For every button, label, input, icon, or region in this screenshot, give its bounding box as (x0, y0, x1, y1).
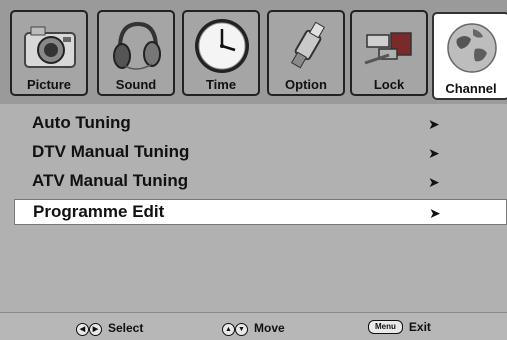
move-hint: ▲ ▼ Move (222, 320, 285, 336)
arrow-right-icon: ➤ (429, 205, 441, 221)
menu-tab-bar: Picture Sound Time Option Lock Channel (0, 0, 507, 104)
tab-label: Sound (115, 77, 157, 92)
globe-icon (442, 19, 502, 77)
tab-channel[interactable]: Channel (432, 12, 507, 100)
up-down-keys-icon: ▲ ▼ (222, 320, 248, 336)
menu-item-label: ATV Manual Tuning (32, 171, 189, 190)
footer-hint-bar: ◀ ▶ Select ▲ ▼ Move Menu Exit (0, 312, 507, 340)
menu-item-auto-tuning[interactable]: Auto Tuning ➤ (14, 110, 507, 138)
tab-picture[interactable]: Picture (10, 10, 88, 96)
menu-item-label: DTV Manual Tuning (32, 142, 190, 161)
channel-menu-list: Auto Tuning ➤ DTV Manual Tuning ➤ ATV Ma… (0, 104, 507, 312)
tab-sound[interactable]: Sound (97, 10, 175, 96)
scart-plug-icon (360, 17, 420, 75)
tab-option[interactable]: Option (267, 10, 345, 96)
clock-icon (192, 17, 252, 75)
tab-label: Picture (26, 77, 72, 92)
exit-hint: Menu Exit (368, 320, 431, 334)
arrow-right-icon: ➤ (428, 116, 440, 132)
tab-label: Time (205, 77, 237, 92)
arrow-right-icon: ➤ (428, 174, 440, 190)
cable-plug-icon (277, 17, 337, 75)
camera-icon (20, 17, 80, 75)
menu-key-icon: Menu (368, 320, 403, 334)
tv-menu-screen: Picture Sound Time Option Lock Channel A… (0, 0, 507, 340)
tab-time[interactable]: Time (182, 10, 260, 96)
tab-label: Channel (445, 81, 497, 96)
tab-label: Lock (373, 77, 405, 92)
left-right-keys-icon: ◀ ▶ (76, 320, 102, 336)
arrow-right-icon: ➤ (428, 145, 440, 161)
menu-item-atv-manual-tuning[interactable]: ATV Manual Tuning ➤ (14, 168, 507, 196)
headphones-icon (107, 17, 167, 75)
select-hint: ◀ ▶ Select (76, 320, 143, 336)
move-hint-label: Move (254, 321, 285, 335)
select-hint-label: Select (108, 321, 144, 335)
exit-hint-label: Exit (408, 320, 431, 334)
tab-lock[interactable]: Lock (350, 10, 428, 96)
tab-label: Option (285, 77, 327, 92)
menu-item-label: Auto Tuning (32, 113, 131, 132)
menu-item-dtv-manual-tuning[interactable]: DTV Manual Tuning ➤ (14, 139, 507, 167)
menu-item-label: Programme Edit (33, 202, 165, 221)
menu-item-programme-edit[interactable]: Programme Edit ➤ (14, 199, 507, 225)
